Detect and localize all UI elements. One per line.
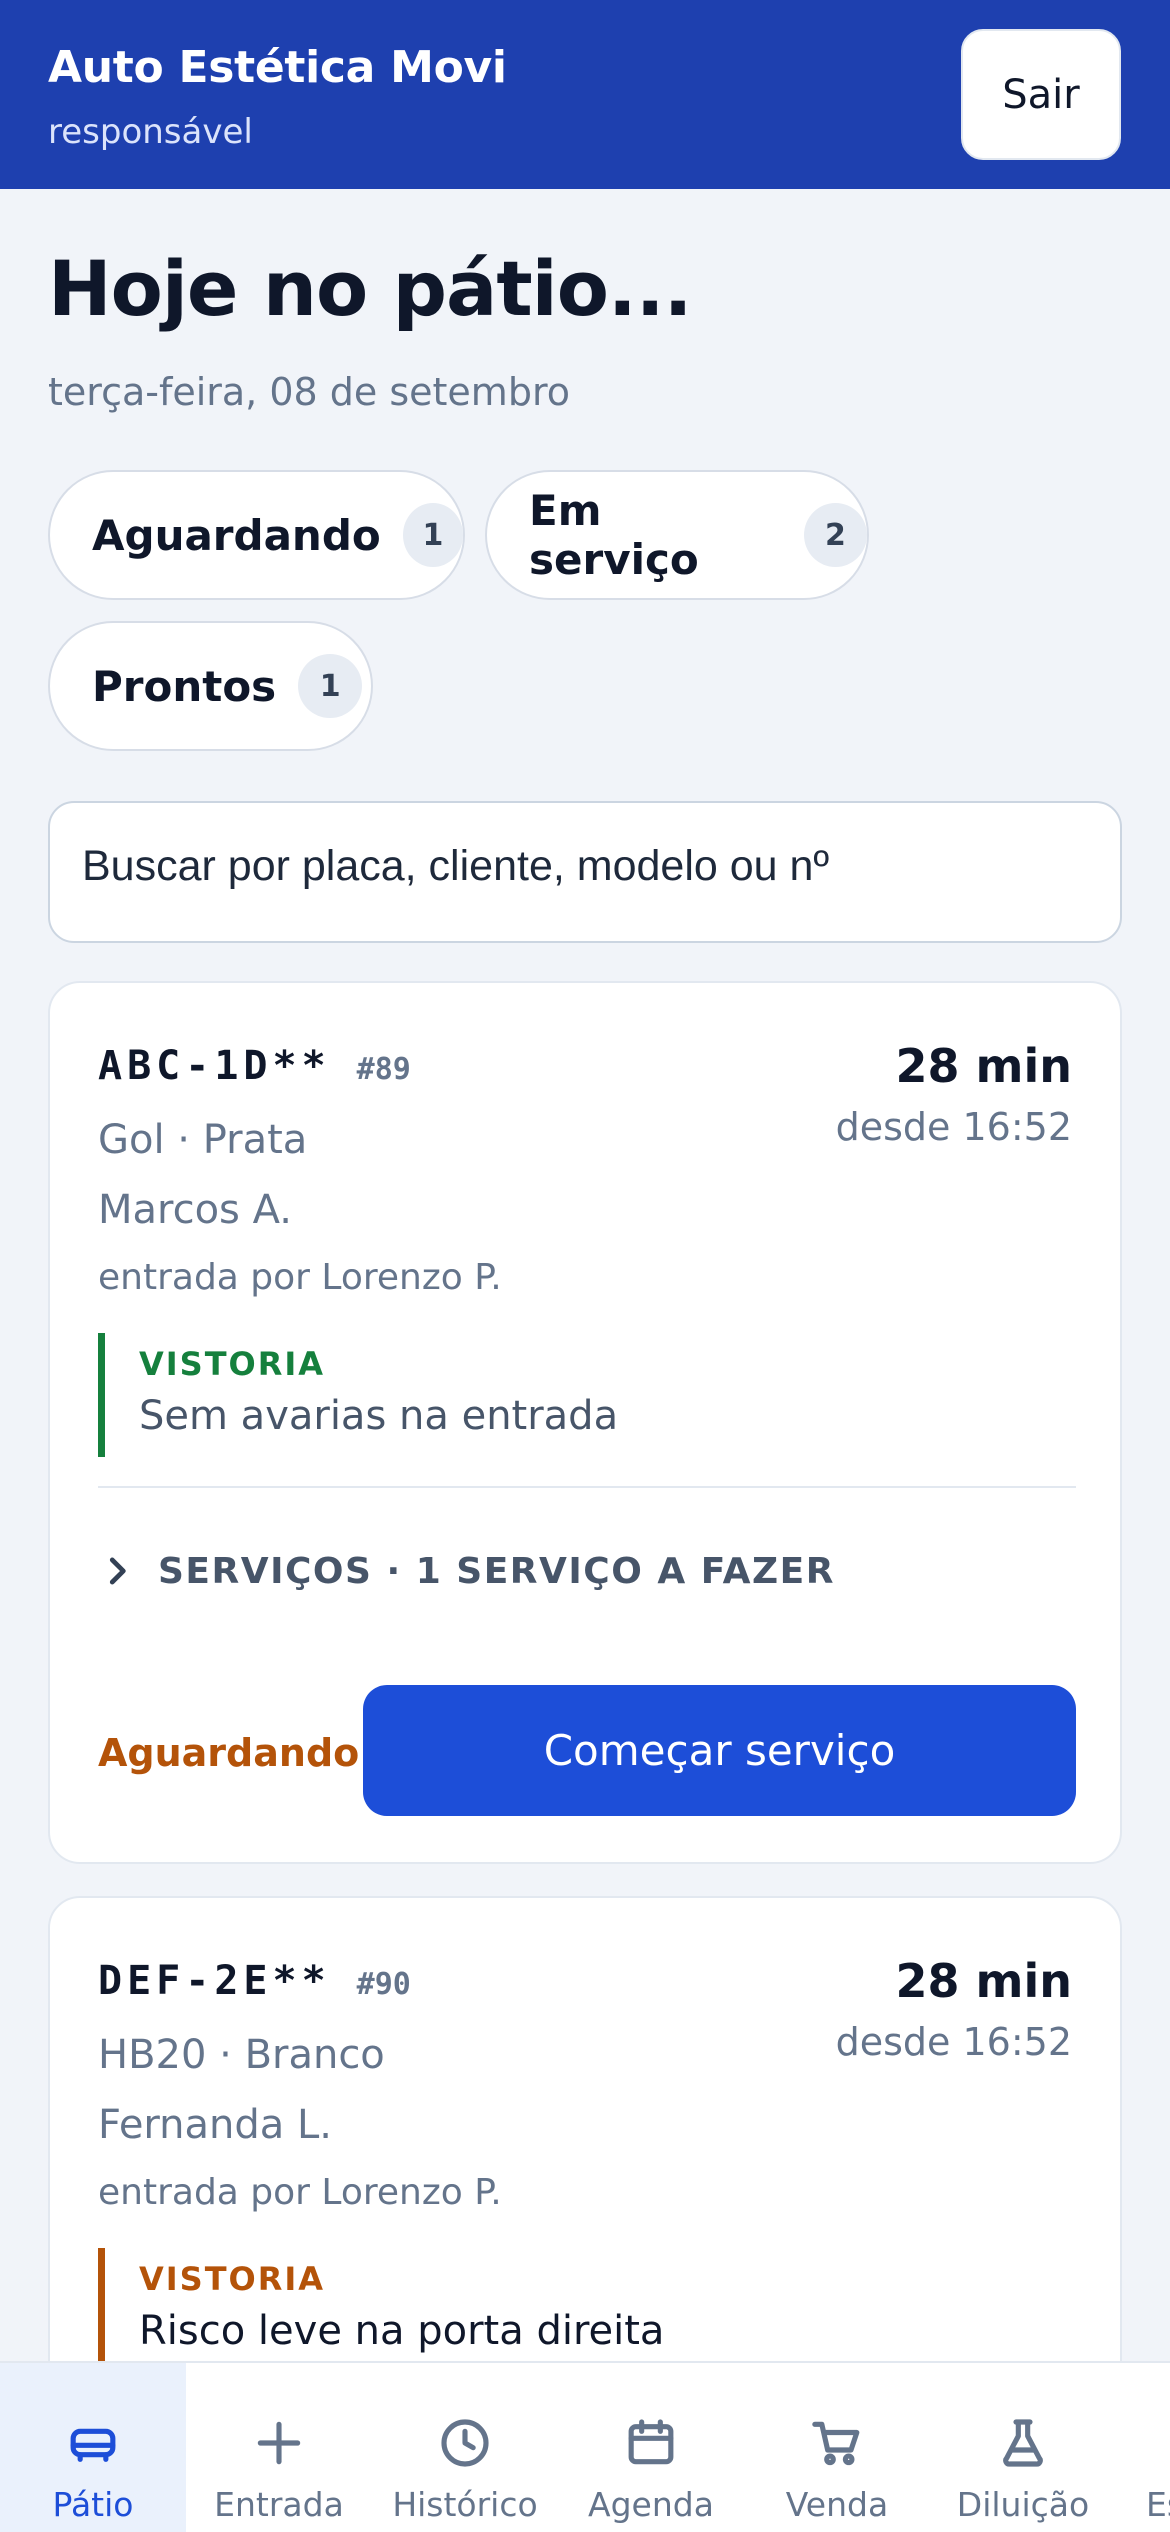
calendar-icon: [628, 2419, 674, 2465]
clock-icon: [441, 2419, 489, 2467]
license-plate: DEF-2E**: [98, 1958, 331, 2004]
flask-icon: [1003, 2419, 1043, 2467]
inspection-text: Risco leve na porta direita: [139, 2308, 665, 2354]
filter-waiting[interactable]: Aguardando 1: [48, 470, 465, 600]
divider: [98, 1486, 1076, 1488]
order-number: #90: [356, 1967, 411, 2002]
entered-by: entrada por Lorenzo P.: [98, 2172, 502, 2213]
nav-item-historico[interactable]: Histórico: [372, 2363, 558, 2532]
nav-item-diluicao[interactable]: Diluição: [930, 2363, 1116, 2532]
nav-label-venda: Venda: [785, 2485, 889, 2524]
plus-icon: [257, 2421, 301, 2465]
elapsed-time: 28 min: [895, 1039, 1072, 1093]
services-toggle[interactable]: SERVIÇOS · 1 SERVIÇO A FAZER: [98, 1531, 835, 1611]
entered-by: entrada por Lorenzo P.: [98, 1257, 502, 1298]
business-name: Auto Estética Movi: [48, 42, 507, 93]
nav-item-entrada[interactable]: Entrada: [186, 2363, 372, 2532]
filter-in-service[interactable]: Em serviço 2: [485, 470, 869, 600]
page-date: terça-feira, 08 de setembro: [48, 370, 570, 414]
vehicle-model: HB20 · Branco: [98, 2032, 385, 2078]
client-name: Marcos A.: [98, 1187, 292, 1233]
search-input[interactable]: [48, 801, 1122, 943]
filter-in-service-label: Em serviço: [529, 486, 699, 584]
inspection-note: VISTORIA Sem avarias na entrada: [98, 1333, 1076, 1457]
filter-ready[interactable]: Prontos 1: [48, 621, 373, 751]
logout-button[interactable]: Sair: [961, 29, 1121, 160]
nav-item-venda[interactable]: Venda: [744, 2363, 930, 2532]
inspection-label: VISTORIA: [139, 2260, 326, 2298]
nav-label-diluicao: Diluição: [956, 2485, 1090, 2524]
nav-label-overflow: Es: [1146, 2485, 1170, 2524]
start-service-button[interactable]: Começar serviço: [363, 1685, 1076, 1816]
page-title: Hoje no pátio...: [48, 244, 693, 333]
filter-in-service-count: 2: [803, 503, 867, 567]
bottom-nav: Pátio Entrada Histórico Agenda Venda Dil…: [0, 2361, 1170, 2532]
filter-ready-count: 1: [298, 654, 363, 718]
inspection-note: VISTORIA Risco leve na porta direita: [98, 2248, 1076, 2372]
plate-row: DEF-2E** #90: [98, 1958, 411, 2004]
nav-label-historico: Histórico: [392, 2485, 538, 2524]
inspection-text: Sem avarias na entrada: [139, 1393, 619, 1439]
vehicle-model: Gol · Prata: [98, 1117, 308, 1163]
car-icon: [70, 2428, 116, 2462]
nav-item-patio[interactable]: Pátio: [0, 2363, 186, 2532]
arrival-time: desde 16:52: [835, 2020, 1072, 2064]
nav-item-agenda[interactable]: Agenda: [558, 2363, 744, 2532]
filter-ready-label: Prontos: [92, 661, 277, 711]
nav-label-patio: Pátio: [52, 2485, 134, 2524]
user-role: responsável: [48, 112, 253, 152]
filter-waiting-count: 1: [402, 503, 463, 567]
order-number: #89: [356, 1052, 411, 1087]
nav-label-agenda: Agenda: [588, 2485, 714, 2524]
filter-waiting-label: Aguardando: [92, 510, 381, 560]
nav-label-entrada: Entrada: [214, 2485, 344, 2524]
license-plate: ABC-1D**: [98, 1043, 331, 1089]
vehicle-card: ABC-1D** #89 28 min desde 16:52 Gol · Pr…: [48, 981, 1122, 1864]
cart-icon: [812, 2421, 860, 2466]
status-badge: Aguardando: [98, 1731, 360, 1775]
elapsed-time: 28 min: [895, 1954, 1072, 2008]
plate-row: ABC-1D** #89: [98, 1043, 411, 1089]
inspection-label: VISTORIA: [139, 1345, 326, 1383]
arrival-time: desde 16:52: [835, 1105, 1072, 1149]
client-name: Fernanda L.: [98, 2102, 333, 2148]
services-summary: SERVIÇOS · 1 SERVIÇO A FAZER: [158, 1550, 835, 1592]
nav-item-overflow[interactable]: Es: [1116, 2363, 1170, 2532]
chevron-right-icon: [109, 1557, 126, 1585]
app-root: Auto Estética Movi responsável Sair Hoje…: [0, 0, 1170, 2532]
app-header: Auto Estética Movi responsável Sair: [0, 0, 1170, 189]
